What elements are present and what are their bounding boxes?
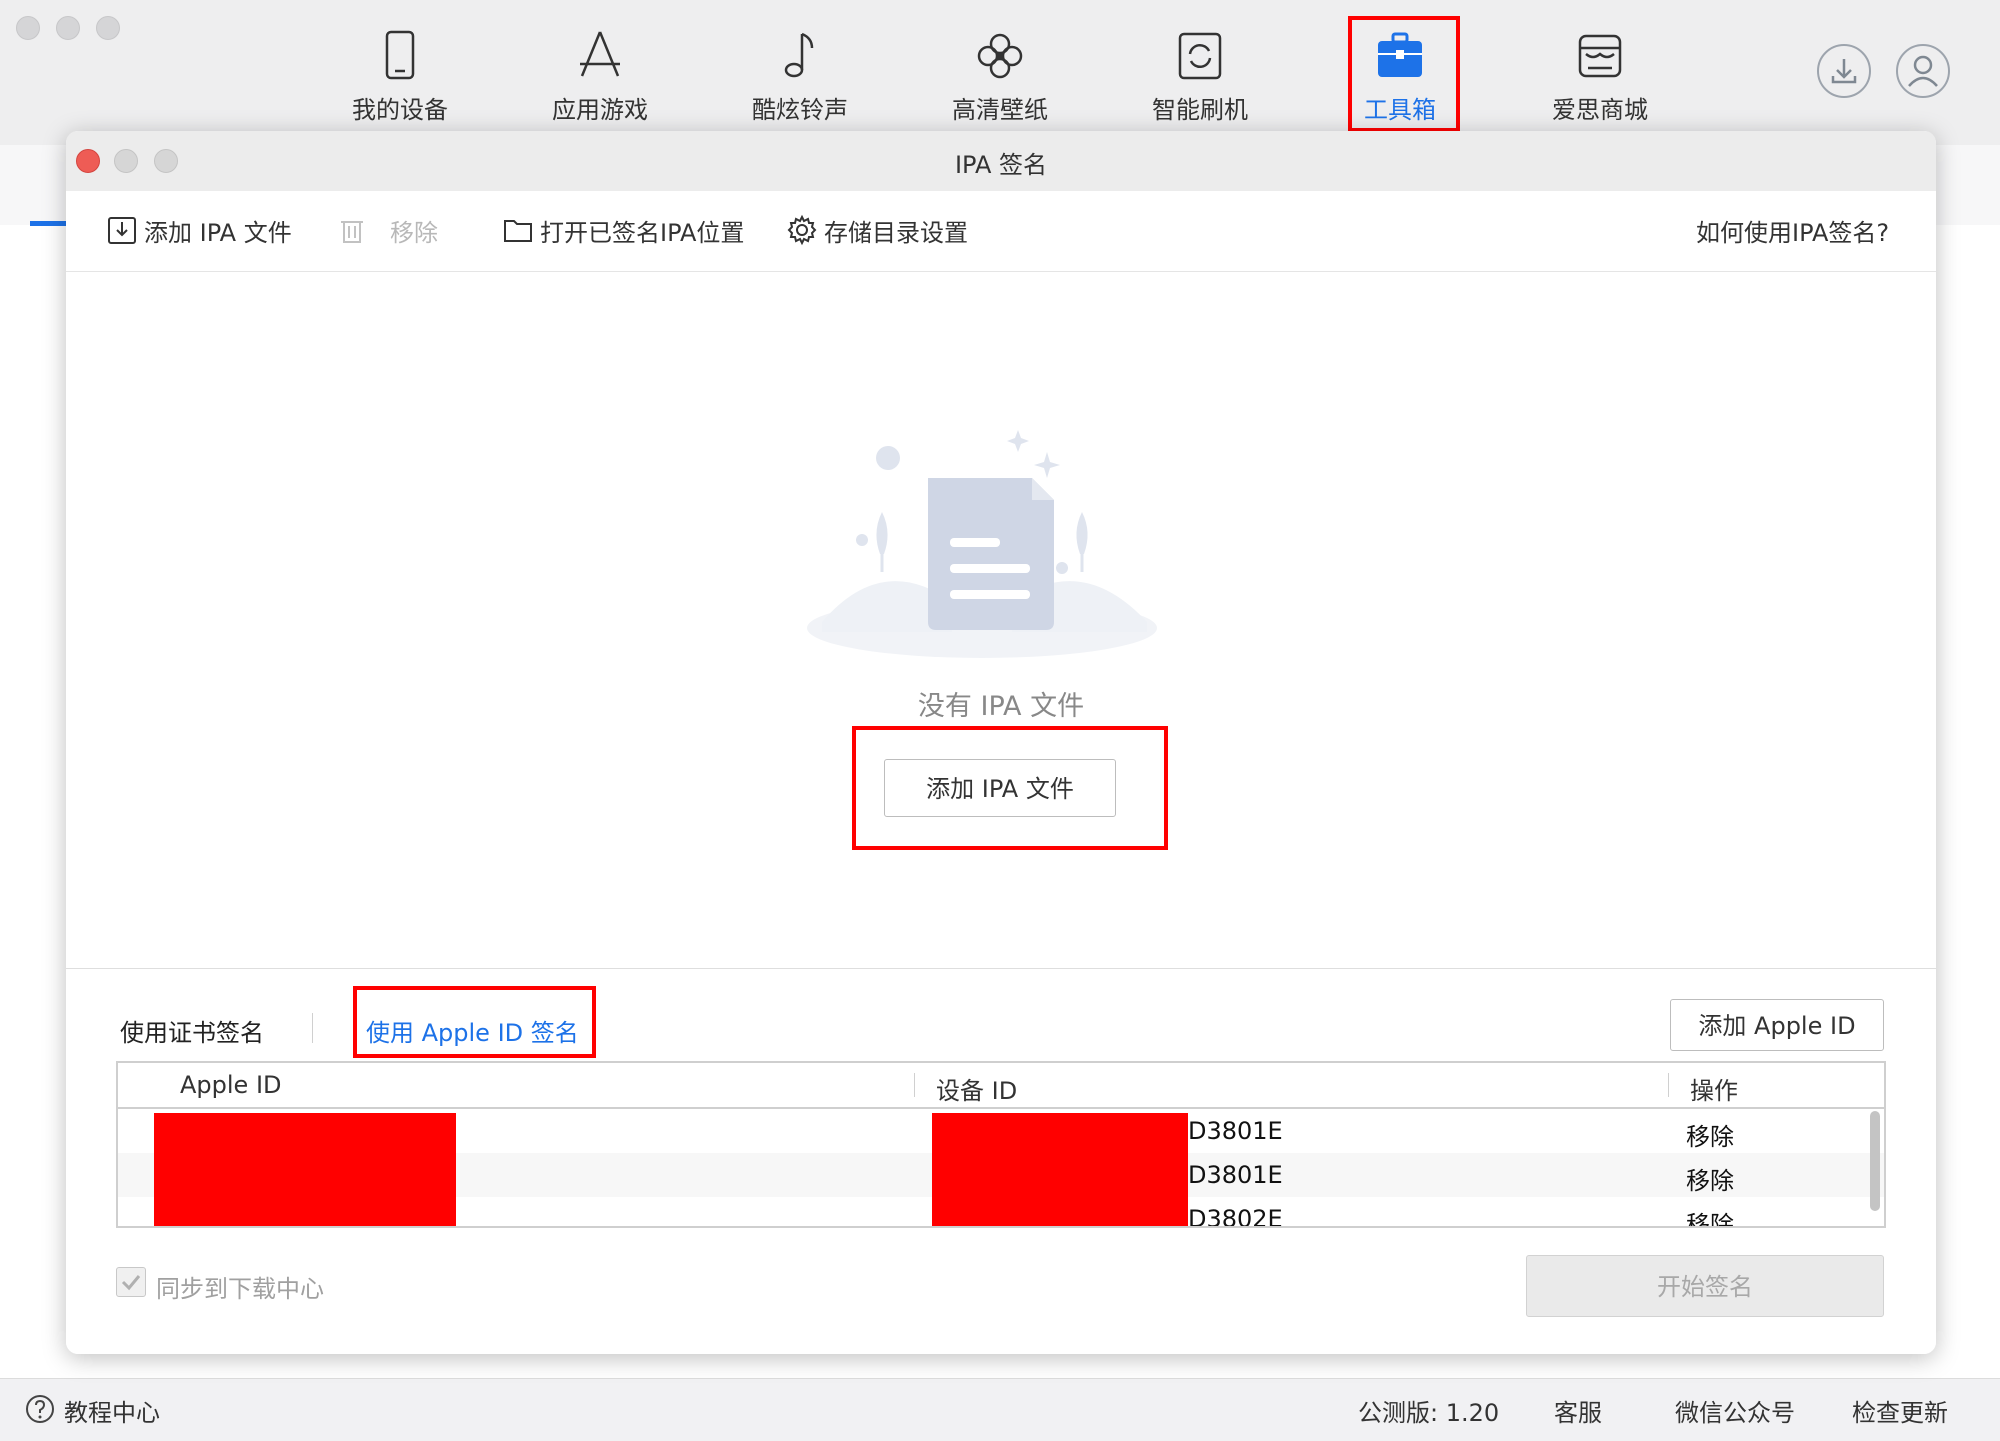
wechat-link[interactable]: 微信公众号 (1675, 1393, 1795, 1428)
tab-divider (312, 1013, 313, 1043)
signing-panel: 使用证书签名 使用 Apple ID 签名 添加 Apple ID Apple … (66, 968, 1936, 1354)
device-id-cell: D3802E (1188, 1205, 1283, 1228)
remove-row-button[interactable]: 移除 (1686, 1205, 1734, 1226)
nav-label: 爱思商城 (1552, 96, 1648, 124)
nav-apps-games[interactable]: 应用游戏 (525, 20, 675, 130)
table-scrollbar[interactable] (1870, 1111, 1880, 1211)
dialog-titlebar: IPA 签名 (66, 131, 1936, 192)
nav-store[interactable]: 爱思商城 (1525, 20, 1675, 130)
download-icon (1831, 59, 1857, 84)
table-header: Apple ID 设备 ID 操作 (118, 1063, 1884, 1109)
how-to-use-link[interactable]: 如何使用IPA签名? (1696, 213, 1889, 247)
nav-label: 应用游戏 (552, 96, 648, 124)
store-icon (1578, 34, 1622, 78)
tab-cert-sign[interactable]: 使用证书签名 (120, 1013, 264, 1048)
nav-my-device[interactable]: 我的设备 (325, 20, 475, 130)
top-navigation-bar: 我的设备 应用游戏 酷炫铃声 高清壁纸 智能刷机 工具箱 爱思商城 (0, 0, 2000, 146)
device-id-cell: D3801E (1188, 1161, 1283, 1189)
remove-row-button[interactable]: 移除 (1686, 1161, 1734, 1196)
storage-settings-button[interactable]: 存储目录设置 (786, 213, 968, 247)
add-ipa-highlight-box (852, 726, 1168, 850)
status-bar: 教程中心 公测版: 1.20 客服 微信公众号 检查更新 (0, 1378, 2000, 1441)
help-icon (26, 1395, 54, 1423)
redacted-apple-id (154, 1113, 456, 1226)
window-close-button[interactable] (16, 16, 40, 40)
remove-toolbar-button[interactable]: 移除 (336, 213, 438, 247)
underlay-active-indicator (30, 221, 70, 226)
toolbox-highlight-box (1348, 16, 1460, 132)
open-signed-location-button[interactable]: 打开已签名IPA位置 (502, 213, 744, 247)
column-header-action[interactable]: 操作 (1690, 1071, 1738, 1106)
dialog-title: IPA 签名 (954, 151, 1048, 179)
column-separator (1668, 1073, 1669, 1097)
sync-download-checkbox[interactable] (116, 1267, 146, 1297)
folder-icon (504, 220, 532, 242)
remove-row-button[interactable]: 移除 (1686, 1117, 1734, 1152)
remove-toolbar-label: 移除 (390, 218, 438, 247)
nav-label: 我的设备 (352, 96, 448, 124)
storage-settings-label: 存储目录设置 (824, 218, 968, 247)
window-zoom-button[interactable] (96, 16, 120, 40)
apple-id-table: Apple ID 设备 ID 操作 D3801E 移除 D3801E 移除 D3… (116, 1061, 1886, 1228)
support-link[interactable]: 客服 (1554, 1393, 1602, 1428)
nav-label: 高清壁纸 (952, 96, 1048, 124)
redacted-device-id (932, 1113, 1188, 1226)
nav-label: 酷炫铃声 (752, 96, 848, 124)
ipa-file-list-empty: 没有 IPA 文件 添加 IPA 文件 (66, 272, 1936, 967)
trash-icon (341, 221, 363, 243)
empty-document-illustration (807, 430, 1157, 658)
column-header-apple-id[interactable]: Apple ID (180, 1071, 282, 1099)
tutorial-center-link[interactable]: 教程中心 (64, 1393, 160, 1428)
download-button[interactable] (1817, 44, 1871, 98)
column-header-device-id[interactable]: 设备 ID (936, 1071, 1017, 1106)
nav-wallpapers[interactable]: 高清壁纸 (925, 20, 1075, 130)
dialog-toolbar: 添加 IPA 文件 移除 打开已签名IPA位置 存储目录设置 如何使用IPA签名… (66, 191, 1936, 272)
column-separator (914, 1073, 915, 1097)
nav-ringtones[interactable]: 酷炫铃声 (725, 20, 875, 130)
add-ipa-toolbar-button[interactable]: 添加 IPA 文件 (106, 213, 292, 247)
open-signed-location-label: 打开已签名IPA位置 (540, 218, 745, 247)
flower-icon (977, 33, 1023, 79)
app-store-icon (580, 31, 620, 77)
version-label: 公测版: 1.20 (1358, 1399, 1500, 1427)
user-icon (1908, 55, 1938, 87)
ipa-sign-dialog: IPA 签名 添加 IPA 文件 移除 打开已签名IPA位置 存储目录设置 如何… (66, 131, 1936, 1354)
sync-download-label: 同步到下载中心 (156, 1275, 324, 1303)
checkmark-icon (121, 1275, 141, 1291)
start-sign-button[interactable]: 开始签名 (1526, 1255, 1884, 1317)
import-icon (108, 217, 136, 244)
nav-flash[interactable]: 智能刷机 (1125, 20, 1275, 130)
gear-icon (787, 214, 817, 246)
device-id-cell: D3801E (1188, 1117, 1283, 1145)
check-update-link[interactable]: 检查更新 (1852, 1393, 1948, 1428)
add-apple-id-button[interactable]: 添加 Apple ID (1670, 999, 1884, 1051)
music-note-icon (784, 32, 814, 78)
apple-id-tab-highlight-box (353, 986, 596, 1058)
nav-label: 智能刷机 (1152, 96, 1248, 124)
window-minimize-button[interactable] (56, 16, 80, 40)
empty-state-message: 没有 IPA 文件 (917, 691, 1085, 722)
phone-icon (385, 30, 415, 80)
add-ipa-toolbar-label: 添加 IPA 文件 (144, 218, 292, 247)
user-account-button[interactable] (1896, 44, 1950, 98)
refresh-box-icon (1178, 32, 1222, 80)
